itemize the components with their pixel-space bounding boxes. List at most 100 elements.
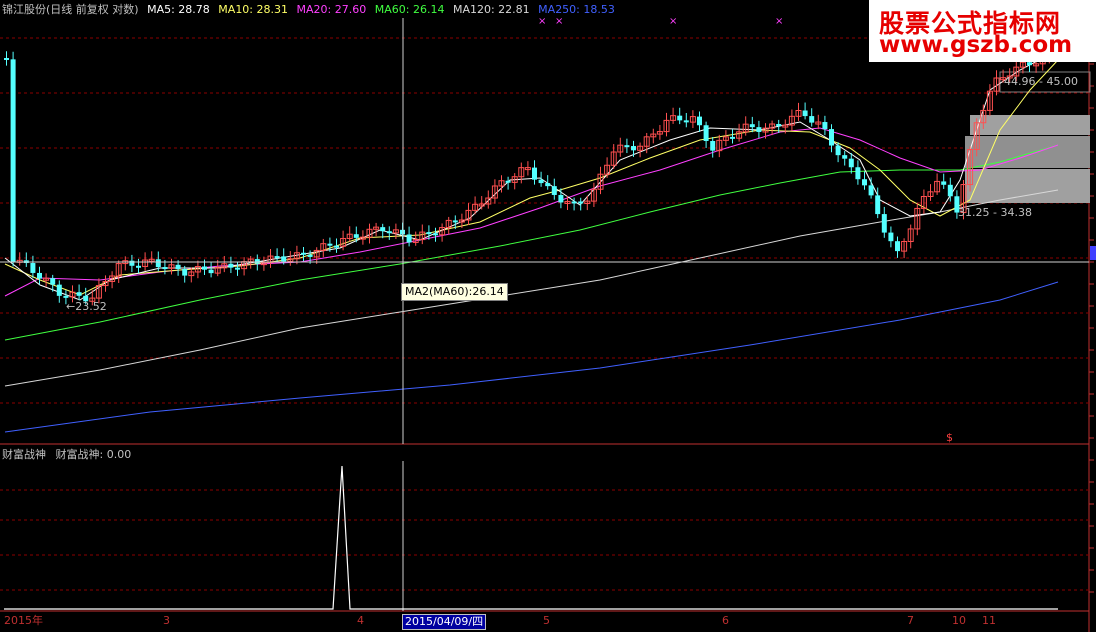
- candle-body: [631, 146, 636, 151]
- candle-body: [353, 234, 359, 238]
- ma10-line: [4, 59, 1059, 296]
- candle-body: [862, 179, 867, 186]
- cursor-date-box: 2015/04/09/四: [402, 614, 487, 630]
- candle-body: [835, 145, 841, 156]
- range-box: [965, 169, 1090, 203]
- axis-label-month-10: 10: [952, 614, 966, 627]
- signal-x-marker: ×: [555, 16, 563, 27]
- candle-body: [281, 256, 287, 262]
- mid-range-label: 31.25 - 34.38: [958, 206, 1032, 219]
- candle-body: [202, 266, 207, 270]
- sub-panel-value: 财富战神: 0.00: [55, 448, 132, 461]
- sub-panel-legend: 财富战神 财富战神: 0.00: [2, 448, 137, 462]
- candlestick-chart[interactable]: × × × ×: [0, 0, 1096, 632]
- main-legend: 锦江股份(日线 前复权 对数) MA5: 28.78 MA10: 28.31 M…: [2, 3, 620, 17]
- candle-body: [895, 241, 900, 252]
- candle-body: [538, 179, 544, 184]
- candle-body: [235, 267, 240, 270]
- candle-body: [327, 243, 333, 246]
- candle-body: [558, 194, 564, 203]
- sub-panel-title: 财富战神: [2, 448, 46, 461]
- ma10-label: MA10: 28.31: [218, 3, 289, 16]
- axis-label-month-7: 7: [907, 614, 914, 627]
- ma120-line: [4, 189, 1059, 387]
- axis-label-month-6: 6: [722, 614, 729, 627]
- candle-body: [30, 263, 36, 273]
- candle-body: [162, 267, 168, 270]
- candle-body: [809, 116, 815, 123]
- candle-body: [730, 136, 735, 139]
- candle-body: [532, 167, 537, 180]
- candle-body: [848, 158, 854, 168]
- top-range-label: 44.96 - 45.00: [1004, 75, 1078, 88]
- indicator-line: [4, 465, 1058, 610]
- candle-body: [208, 269, 214, 274]
- candle-body: [182, 268, 188, 276]
- low-price-label: ←23.52: [66, 300, 107, 313]
- price-axis-tag: [1090, 246, 1096, 260]
- candle-body: [386, 231, 392, 234]
- crosshair-tooltip: MA2(MA60):26.14: [401, 283, 508, 301]
- candle-body: [875, 195, 881, 215]
- candle-body: [881, 214, 887, 233]
- candle-body: [63, 295, 69, 298]
- axis-label-month-5: 5: [543, 614, 550, 627]
- candle-body: [545, 183, 551, 187]
- range-box: [970, 115, 1090, 135]
- candle-body: [624, 145, 630, 148]
- candle-body: [254, 259, 260, 264]
- ma120-label: MA120: 22.81: [452, 3, 530, 16]
- candle-body: [947, 184, 953, 197]
- ma20-line: [4, 127, 1059, 297]
- axis-label-month-4: 4: [357, 614, 364, 627]
- candle-body: [822, 122, 828, 130]
- candle-body: [307, 254, 313, 257]
- candle-body: [175, 264, 181, 269]
- signal-x-marker: ×: [538, 16, 546, 27]
- candle-body: [888, 232, 894, 242]
- candle-body: [505, 180, 511, 183]
- candle-body: [274, 256, 280, 259]
- candle-body: [334, 245, 339, 248]
- watermark-banner: 股票公式指标网 www.gszb.com: [869, 0, 1096, 62]
- candle-body: [129, 260, 135, 266]
- axis-label-month-3: 3: [163, 614, 170, 627]
- candle-body: [301, 252, 306, 255]
- candle-body: [756, 127, 762, 132]
- candle-body: [578, 201, 584, 204]
- candle-body: [155, 259, 161, 268]
- range-box: [965, 136, 1090, 168]
- ma250-label: MA250: 18.53: [538, 3, 615, 16]
- candle-body: [37, 272, 42, 279]
- axis-label-year: 2015年: [4, 614, 43, 627]
- candle-body: [703, 125, 709, 142]
- candle-body: [551, 186, 557, 195]
- candle-body: [10, 59, 16, 262]
- axis-label-month-11: 11: [982, 614, 996, 627]
- ma60-label: MA60: 26.14: [374, 3, 445, 16]
- candle-body: [683, 120, 689, 123]
- signal-x-marker: ×: [775, 16, 783, 27]
- candle-body: [710, 141, 716, 151]
- stock-title: 锦江股份(日线 前复权 对数): [2, 3, 139, 16]
- candle-body: [406, 234, 412, 243]
- watermark-url: www.gszb.com: [879, 32, 1073, 58]
- candle-body: [855, 167, 861, 180]
- candle-body: [842, 155, 848, 159]
- candle-body: [4, 58, 9, 60]
- candle-body: [50, 278, 56, 285]
- candle-body: [380, 227, 386, 232]
- candle-body: [56, 284, 62, 296]
- candle-body: [802, 110, 808, 117]
- candle-body: [677, 115, 683, 121]
- candle-body: [941, 181, 947, 185]
- candle-body: [433, 233, 438, 236]
- candle-body: [829, 129, 834, 146]
- candle-body: [571, 201, 577, 204]
- candle-body: [697, 116, 702, 126]
- candle-body: [868, 185, 874, 196]
- signal-marker: $: [946, 431, 953, 444]
- candle-body: [749, 124, 755, 128]
- candle-body: [426, 232, 432, 235]
- candle-body: [452, 220, 458, 223]
